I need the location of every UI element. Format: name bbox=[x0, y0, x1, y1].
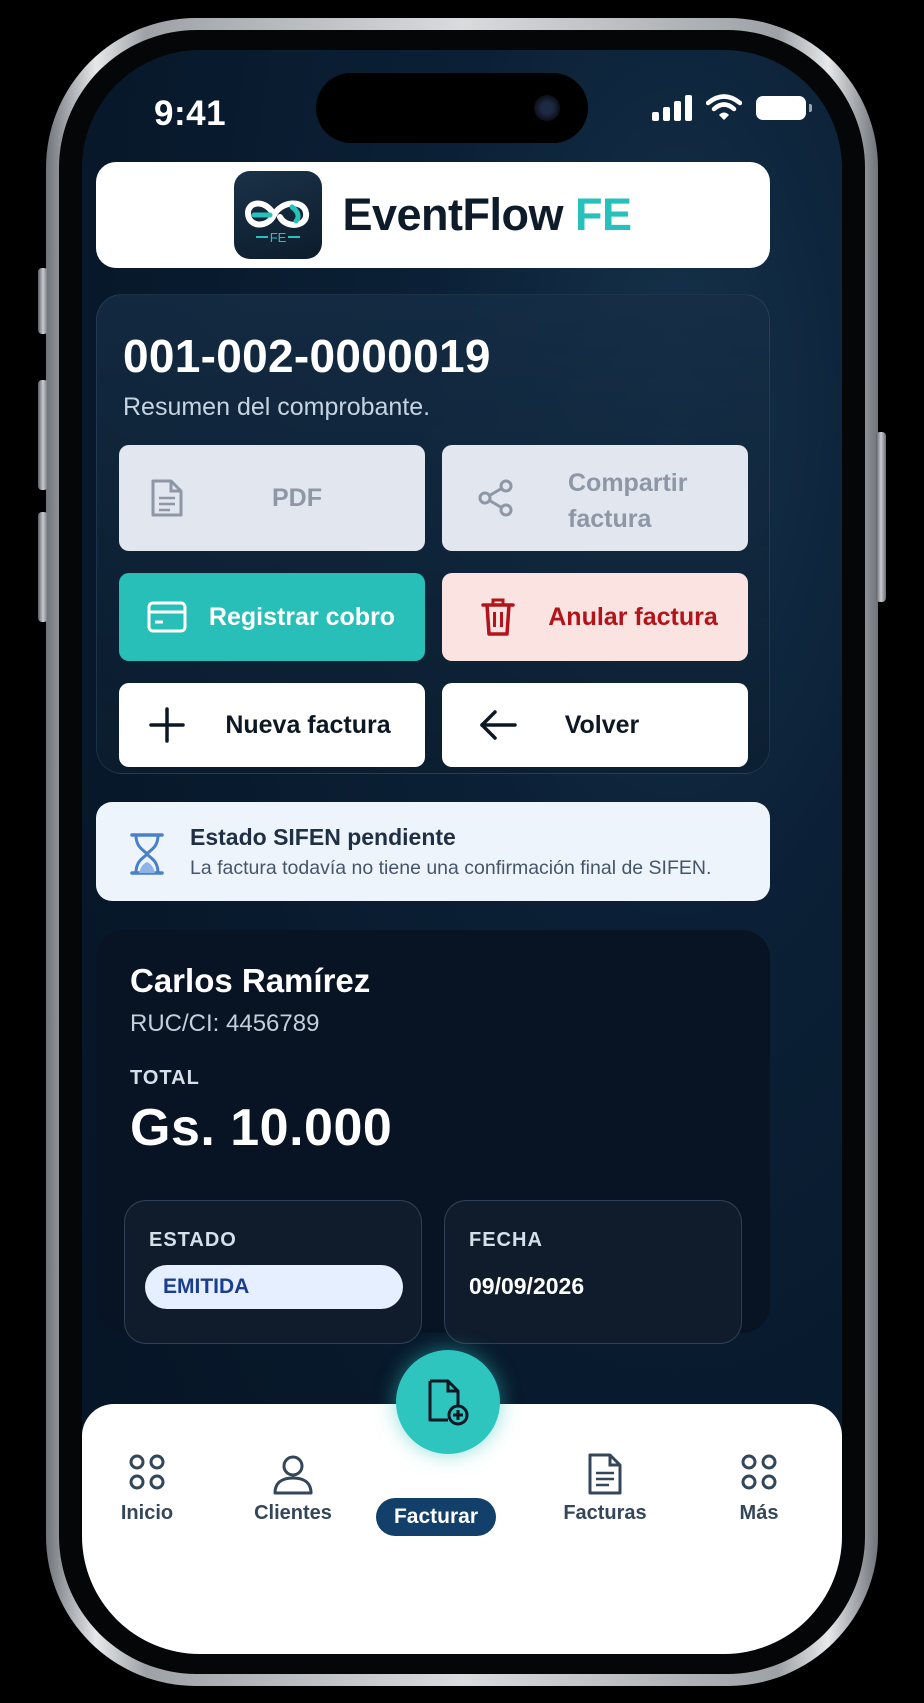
nav-label-facturar[interactable]: Facturar bbox=[376, 1498, 496, 1536]
new-invoice-label: Nueva factura bbox=[225, 710, 391, 739]
logo-infinity-icon: FE bbox=[245, 200, 310, 245]
date-box: FECHA 09/09/2026 bbox=[444, 1200, 742, 1344]
grid-dots-icon bbox=[82, 1452, 212, 1500]
notice-title: Estado SIFEN pendiente bbox=[190, 824, 456, 850]
invoice-number: 001-002-0000019 bbox=[123, 330, 491, 382]
share-label: Compartir factura bbox=[568, 469, 688, 533]
volume-down-button bbox=[38, 512, 48, 622]
new-invoice-button[interactable]: Nueva factura bbox=[119, 683, 425, 767]
nav-label-facturas: Facturas bbox=[563, 1502, 647, 1524]
volume-up-button bbox=[38, 380, 48, 490]
nav-label-mas: Más bbox=[739, 1502, 779, 1524]
status-box: ESTADO EMITIDA bbox=[124, 1200, 422, 1344]
brand-suffix: FE bbox=[575, 189, 632, 240]
total-value: Gs. 10.000 bbox=[130, 1099, 393, 1157]
action-button bbox=[38, 268, 48, 334]
back-button[interactable]: Volver bbox=[442, 683, 748, 767]
nav-item-mas[interactable]: Más bbox=[694, 1404, 824, 1554]
status-icons bbox=[652, 94, 812, 122]
brand-header: FE EventFlow FE bbox=[96, 162, 770, 268]
document-list-icon bbox=[540, 1452, 670, 1500]
date-value: 09/09/2026 bbox=[469, 1273, 585, 1299]
register-payment-label: Registrar cobro bbox=[208, 602, 396, 631]
screen: 9:41 FE EventFlow FE 001-002-0000019 Res… bbox=[82, 50, 842, 1654]
dynamic-island bbox=[316, 73, 588, 143]
invoice-summary-card: 001-002-0000019 Resumen del comprobante.… bbox=[96, 294, 770, 774]
client-name: Carlos Ramírez bbox=[130, 962, 371, 999]
void-invoice-button[interactable]: Anular factura bbox=[442, 573, 748, 661]
back-label: Volver bbox=[564, 710, 640, 739]
grid-dots-icon bbox=[694, 1452, 824, 1500]
nav-label-inicio: Inicio bbox=[120, 1502, 174, 1524]
invoice-detail-card: Carlos Ramírez RUC/CI: 4456789 TOTAL Gs.… bbox=[96, 930, 770, 1344]
status-time: 9:41 bbox=[154, 94, 227, 133]
wifi-icon bbox=[706, 94, 742, 120]
user-icon bbox=[228, 1452, 358, 1500]
power-button bbox=[876, 432, 886, 602]
camera-icon bbox=[534, 95, 560, 121]
add-document-icon bbox=[428, 1379, 469, 1426]
pdf-button[interactable]: PDF bbox=[119, 445, 425, 551]
signal-icon bbox=[652, 95, 692, 121]
pdf-label: PDF bbox=[272, 483, 322, 512]
register-payment-button[interactable]: Registrar cobro bbox=[119, 573, 425, 661]
nav-item-clientes[interactable]: Clientes bbox=[228, 1404, 358, 1554]
share-icon bbox=[476, 478, 516, 518]
app-logo: FE bbox=[234, 171, 323, 259]
notice-text: La factura todavía no tiene una confirma… bbox=[190, 857, 712, 879]
invoice-subtitle: Resumen del comprobante. bbox=[123, 393, 431, 421]
nav-item-facturas[interactable]: Facturas bbox=[540, 1404, 670, 1554]
brand-name: EventFlow FE bbox=[342, 189, 632, 240]
client-ruc: RUC/CI: 4456789 bbox=[130, 1010, 320, 1037]
nav-item-facturar[interactable] bbox=[396, 1350, 500, 1454]
hourglass-icon bbox=[130, 833, 164, 875]
sifen-status-notice: Estado SIFEN pendiente La factura todaví… bbox=[96, 802, 770, 901]
void-invoice-label: Anular factura bbox=[548, 602, 718, 631]
nav-label-clientes: Clientes bbox=[254, 1502, 332, 1524]
total-label: TOTAL bbox=[130, 1067, 200, 1089]
date-label: FECHA bbox=[469, 1229, 543, 1251]
svg-text:FE: FE bbox=[270, 230, 287, 245]
battery-icon bbox=[756, 96, 812, 120]
status-badge: EMITIDA bbox=[145, 1265, 403, 1309]
nav-item-inicio[interactable]: Inicio bbox=[82, 1404, 212, 1554]
share-invoice-button[interactable]: Compartir factura bbox=[442, 445, 748, 551]
status-label: ESTADO bbox=[149, 1229, 237, 1251]
